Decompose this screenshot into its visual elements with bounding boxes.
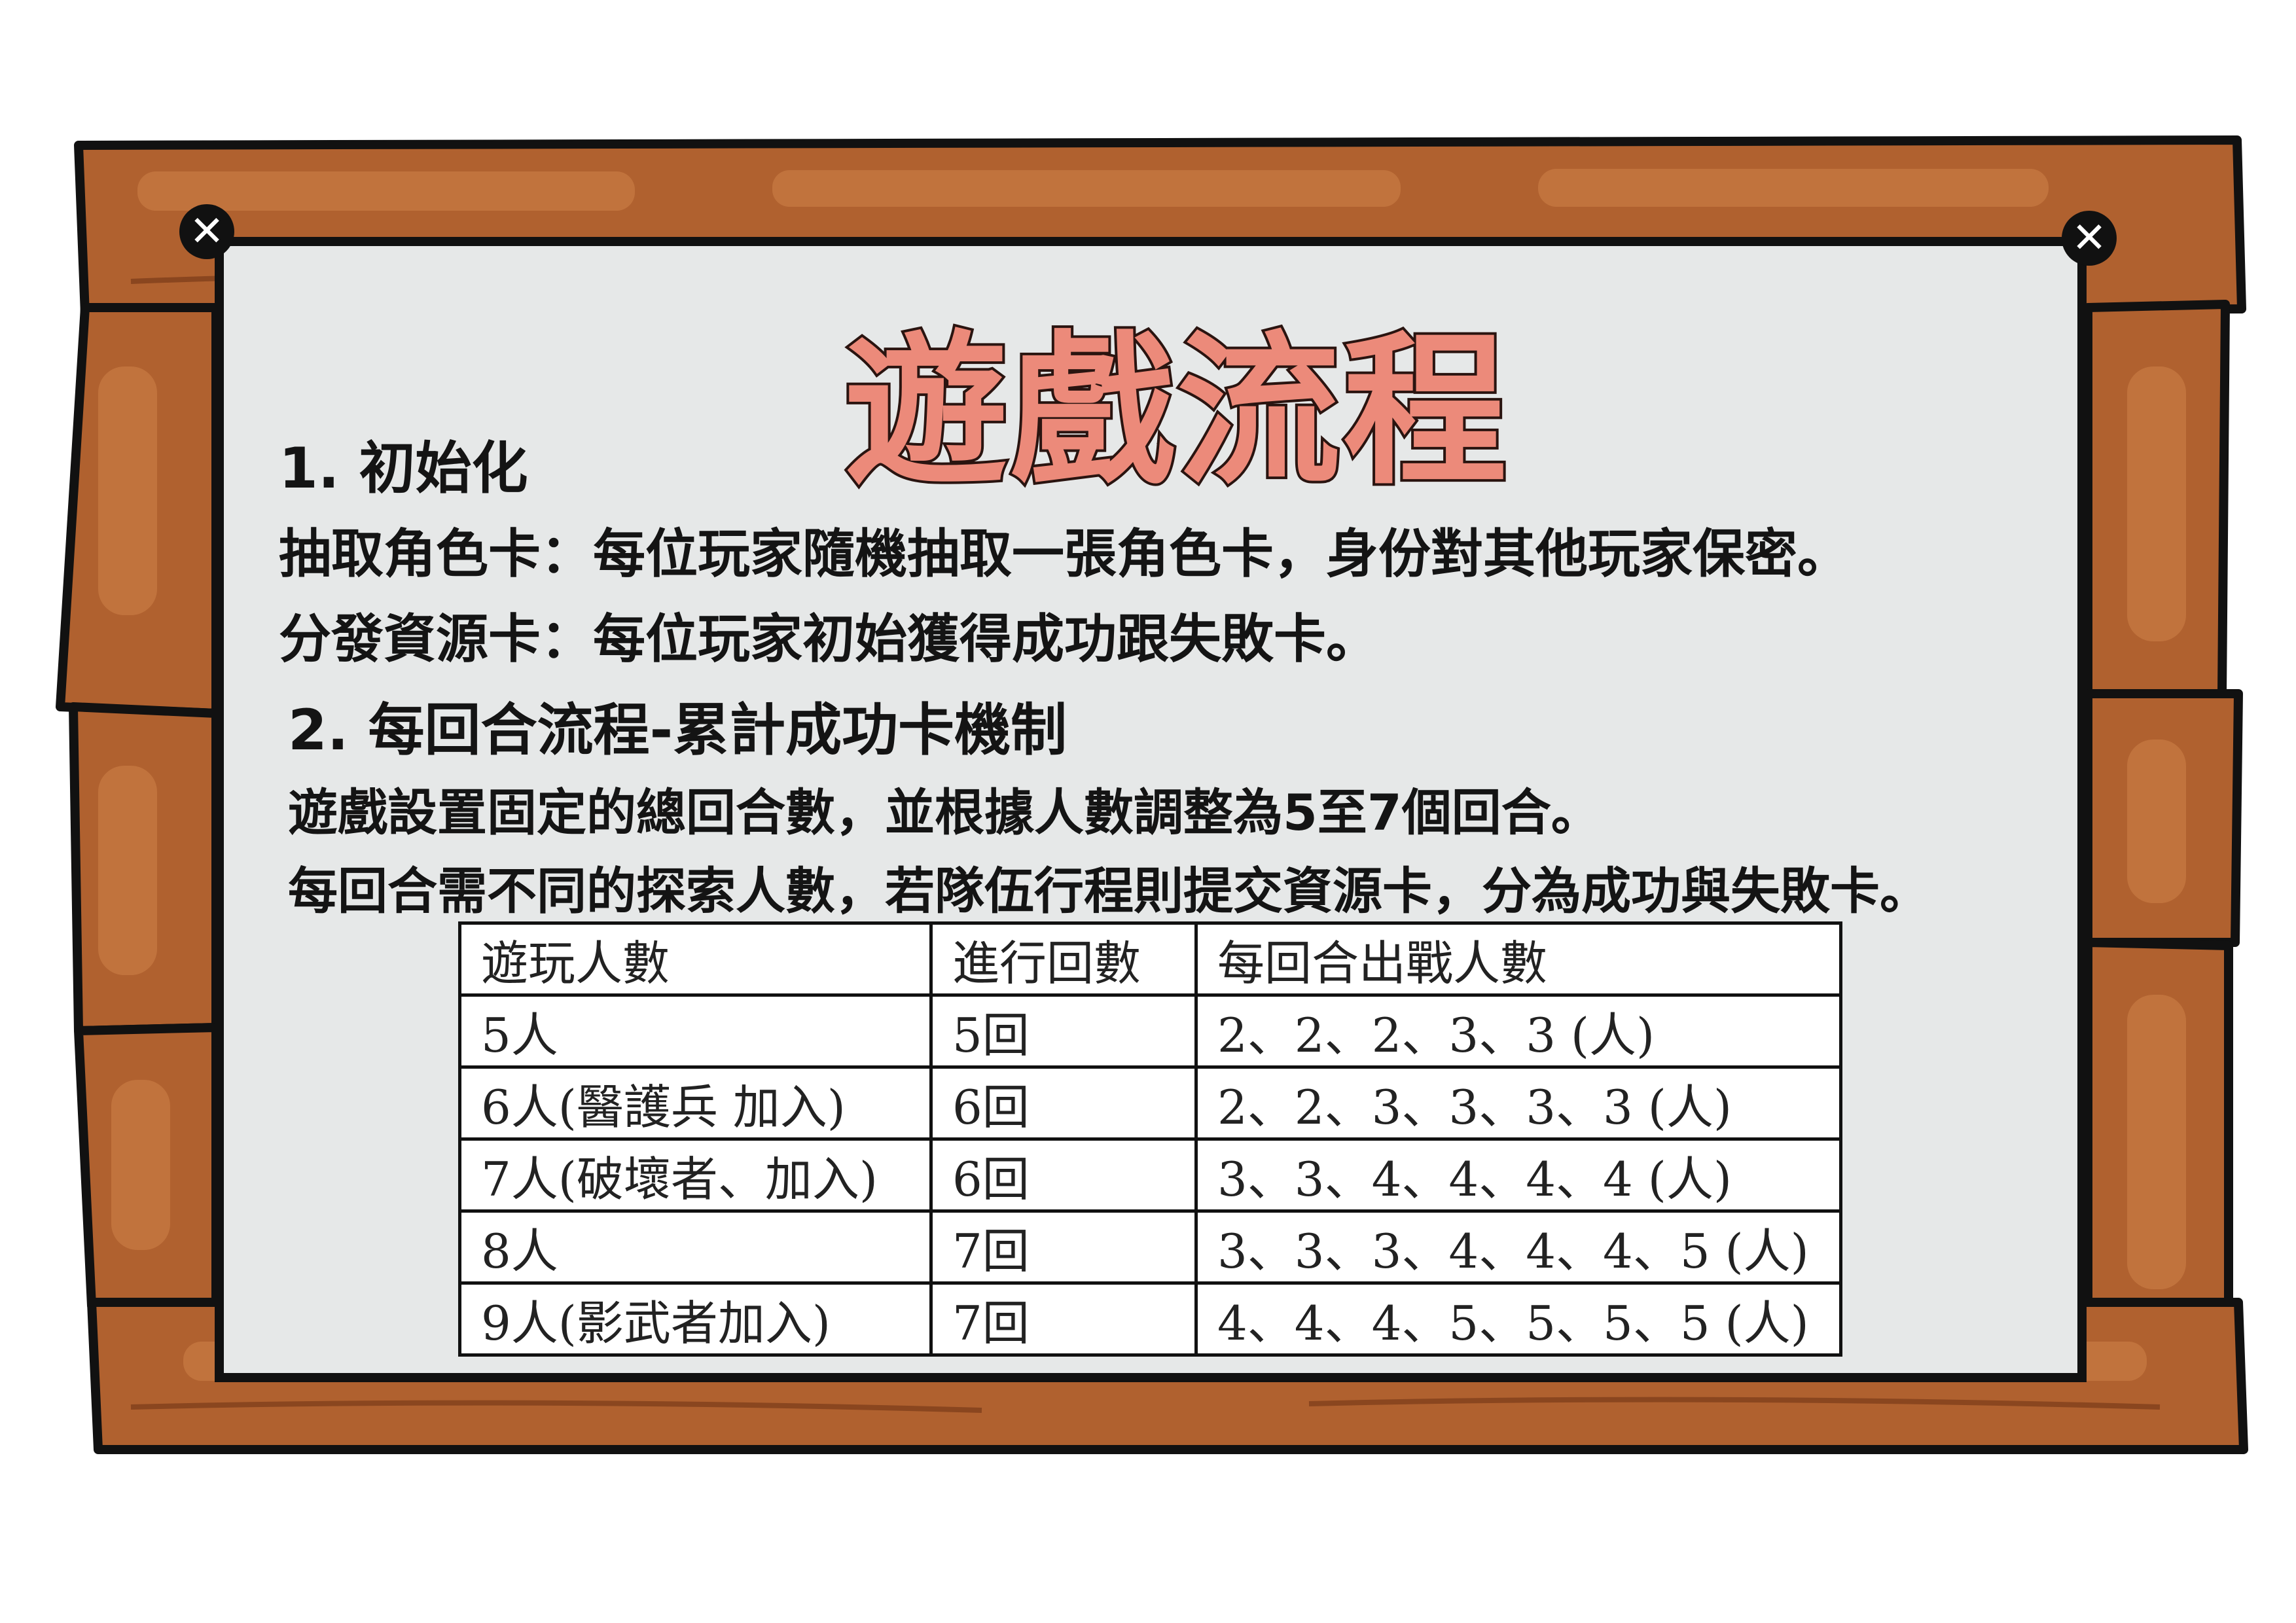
table-cell: 5人 — [458, 993, 933, 1069]
table-cell: 7人(破壞者、加入) — [458, 1137, 933, 1213]
table-row: 5人 5回 2、2、2、3、3 (人) — [458, 993, 1842, 1069]
table-cell: 9人(影武者加入) — [458, 1281, 933, 1357]
header-players-per-round: 每回合出戰人數 — [1194, 921, 1842, 997]
table-cell: 6人(醫護兵 加入) — [458, 1065, 933, 1141]
header-player-count: 遊玩人數 — [458, 921, 933, 997]
screw-icon: ✕ — [2062, 211, 2117, 266]
section-heading-round-flow: 2. 每回合流程-累計成功卡機制 — [288, 698, 1067, 763]
table-cell: 2、2、3、3、3、3 (人) — [1194, 1065, 1842, 1141]
table-row: 6人(醫護兵 加入) 6回 2、2、3、3、3、3 (人) — [458, 1065, 1842, 1141]
init-line-resource-card: 分發資源卡：每位玩家初始獲得成功跟失敗卡。 — [279, 609, 1378, 669]
table-cell: 2、2、2、3、3 (人) — [1194, 993, 1842, 1069]
init-line-role-card: 抽取角色卡：每位玩家隨機抽取一張角色卡，身份對其他玩家保密。 — [279, 524, 1850, 584]
table-row: 7人(破壞者、加入) 6回 3、3、4、4、4、4 (人) — [458, 1137, 1842, 1213]
header-round-count: 進行回數 — [929, 921, 1198, 997]
round-flow-line-2: 每回合需不同的探索人數，若隊伍行程則提交資源卡，分為成功與失敗卡。 — [288, 862, 1929, 920]
table-cell: 6回 — [929, 1065, 1198, 1141]
table-header-row: 遊玩人數 進行回數 每回合出戰人數 — [458, 921, 1842, 997]
table-cell: 8人 — [458, 1209, 933, 1285]
rounds-table: 遊玩人數 進行回數 每回合出戰人數 5人 5回 2、2、2、3、3 (人) 6人… — [458, 921, 1842, 1357]
table-row: 8人 7回 3、3、3、4、4、4、5 (人) — [458, 1209, 1842, 1285]
table-cell: 5回 — [929, 993, 1198, 1069]
page-title: 遊戲流程 — [842, 312, 1509, 509]
table-cell: 3、3、4、4、4、4 (人) — [1194, 1137, 1842, 1213]
table-row: 9人(影武者加入) 7回 4、4、4、5、5、5、5 (人) — [458, 1281, 1842, 1357]
table-cell: 4、4、4、5、5、5、5 (人) — [1194, 1281, 1842, 1357]
table-cell: 7回 — [929, 1281, 1198, 1357]
screw-icon: ✕ — [179, 204, 234, 259]
round-flow-line-1: 遊戲設置固定的總回合數，並根據人數調整為5至7個回合。 — [288, 783, 1601, 842]
table-cell: 7回 — [929, 1209, 1198, 1285]
table-cell: 3、3、3、4、4、4、5 (人) — [1194, 1209, 1842, 1285]
section-heading-init: 1. 初始化 — [279, 436, 528, 501]
table-cell: 6回 — [929, 1137, 1198, 1213]
